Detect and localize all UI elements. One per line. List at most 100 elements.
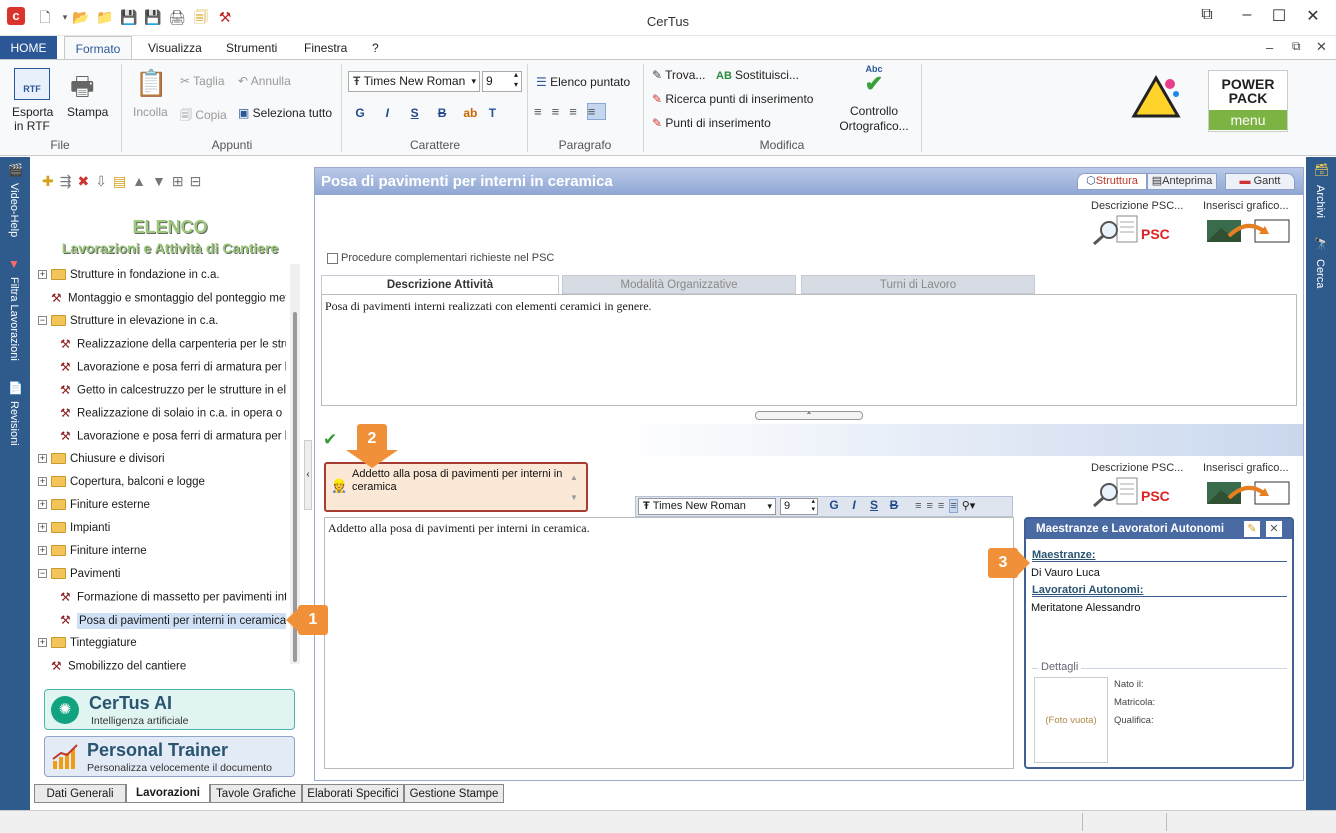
expand-icon[interactable]: + [38,270,47,280]
text-color-icon[interactable]: T [489,106,496,120]
tree-folder[interactable]: + Finiture interne [38,540,147,563]
tree-folder[interactable]: + Copertura, balconi e logge [38,471,205,494]
tab-tavole-grafiche[interactable]: Tavole Grafiche [210,784,302,803]
tab-home[interactable]: HOME [0,36,57,60]
strikethrough-button[interactable]: B [886,498,902,512]
tree-item[interactable]: ⚒ Realizzazione della carpenteria per le … [60,333,286,356]
tab-finestra[interactable]: Finestra [296,36,355,60]
collapse-panel-handle[interactable]: ‹ [304,440,312,510]
underline-button[interactable]: S [407,106,423,120]
add-worker-icon[interactable]: ✎ [1244,521,1260,537]
highlight-icon[interactable]: ab [463,106,477,120]
format-painter-icon[interactable]: ⚲▾ [962,500,976,512]
expand-icon[interactable]: + [38,500,47,510]
maximize-button[interactable]: ☐ [1262,6,1296,28]
undo-button[interactable]: ↶ Annulla [238,74,291,88]
close-button[interactable]: ✕ [1296,6,1330,28]
print-button[interactable]: Stampa [67,105,108,119]
align-right-icon[interactable]: ≡ [569,104,587,119]
certus-ai-button[interactable]: ✺ CerTus AI Intelligenza artificiale [44,689,295,730]
paste-button[interactable]: Incolla [133,105,168,119]
tree-folder[interactable]: − Strutture in elevazione in c.a. [38,310,218,333]
bold-button[interactable]: G [352,106,368,120]
expand-icon[interactable]: + [38,523,47,533]
inserisci-grafico-button-2[interactable] [1207,480,1291,506]
description-editor[interactable]: Posa di pavimenti interni realizzati con… [321,294,1297,406]
justify-icon[interactable]: ≡ [949,499,958,513]
descrizione-psc-button[interactable]: PSC [1091,214,1171,246]
tab-dati-generali[interactable]: Dati Generali [34,784,126,803]
minimize-child-icon[interactable]: – [1266,40,1273,55]
spellcheck-button[interactable]: Controllo Ortografico... [838,104,910,134]
tab-struttura[interactable]: ⬡Struttura [1077,173,1147,190]
addetto-item[interactable]: Addetto alla posa di pavimenti per inter… [352,468,568,494]
remove-worker-icon[interactable]: ✕ [1266,521,1282,537]
sidebar-item-revisioni[interactable]: Revisioni [8,401,20,446]
close-child-icon[interactable]: ✕ [1316,39,1327,55]
font-family-select[interactable]: Ŧ Times New Roman ▾ [348,71,480,92]
bulleted-list-button[interactable]: ☰ Elenco puntato [536,75,630,89]
expand-icon[interactable]: + [38,477,47,487]
expand-icon[interactable]: + [38,454,47,464]
tab-visualizza[interactable]: Visualizza [140,36,210,60]
tab-gantt[interactable]: ▬ Gantt [1225,173,1295,190]
tab-descrizione-attivita[interactable]: Descrizione Attività [321,275,559,294]
split-handle[interactable]: ⌃ [755,411,863,420]
editor-align-icons[interactable]: ≡≡≡ [915,500,949,512]
editor-font-select[interactable]: Ŧ Times New Roman ▾ [638,498,776,515]
collapse-icon[interactable]: − [38,569,47,579]
tree-item[interactable]: ⚒ Lavorazione e posa ferri di armatura pe… [60,425,286,448]
move-up-icon[interactable]: ▲ [132,173,152,189]
copy-button[interactable]: 🗐 Copia [180,106,227,127]
strikethrough-button[interactable]: B [434,106,450,120]
addetto-scroll-arrows[interactable]: ▲ ▼ [570,468,578,508]
descrizione-psc-button-2[interactable]: PSC [1091,476,1171,508]
addetto-editor[interactable]: Addetto alla posa di pavimenti per inter… [324,517,1014,769]
editor-size-stepper[interactable]: 9 ▴ ▾ [780,498,818,515]
import-icon[interactable]: ⇩ [95,173,113,189]
tree-folder[interactable]: + Chiusure e divisori [38,448,165,471]
tree-scrollbar[interactable] [290,264,300,664]
underline-button[interactable]: S [866,498,882,512]
expand-icon[interactable]: + [38,546,47,556]
italic-button[interactable]: I [379,106,395,120]
procedure-checkbox[interactable]: Procedure complementari richieste nel PS… [327,252,554,264]
add-item-icon[interactable]: ✚ [42,173,60,189]
export-rtf-button[interactable]: Esporta in RTF [12,105,53,133]
restore-ribbon-icon[interactable]: ⧉ [1190,6,1224,28]
tree-folder[interactable]: + Strutture in fondazione in c.a. [38,264,220,287]
indent-icon[interactable]: ⇶ [60,173,78,189]
insertion-points-button[interactable]: ✎ Punti di inserimento [652,116,771,130]
justify-icon[interactable]: ≡ [586,103,607,120]
tree-item[interactable]: ⚒ Realizzazione di solaio in c.a. in oper… [60,402,282,425]
cut-button[interactable]: ✂ Taglia [180,74,225,88]
sidebar-item-cerca[interactable]: Cerca [1314,259,1326,288]
delete-icon[interactable]: ✖ [77,173,95,189]
tab-modalita-organizzative[interactable]: Modalità Organizzative [562,275,796,294]
spellcheck-icon[interactable]: Abc ✔ [857,64,891,98]
tree-folder[interactable]: + Tinteggiature [38,632,137,655]
expand-icon[interactable]: + [38,638,47,648]
personal-trainer-button[interactable]: Personal Trainer Personalizza velocement… [44,736,295,777]
tree-folder[interactable]: + Finiture esterne [38,494,150,517]
select-all-button[interactable]: ▣ Seleziona tutto [238,106,332,120]
minimize-button[interactable]: – [1230,6,1264,28]
tree-item[interactable]: ⚒ Formazione di massetto per pavimenti in… [60,586,286,609]
collapse-icon[interactable]: − [38,316,47,326]
tab-help[interactable]: ? [364,36,387,60]
sidebar-item-filtra-lavorazioni[interactable]: Filtra Lavorazioni [8,277,20,361]
tab-elaborati-specifici[interactable]: Elaborati Specifici [302,784,404,803]
italic-button[interactable]: I [846,498,862,512]
tree-item[interactable]: ⚒ Lavorazione e posa ferri di armatura pe… [60,356,286,379]
font-size-stepper[interactable]: 9 ▴ ▾ [482,70,522,92]
addetto-list[interactable]: 👷 Addetto alla posa di pavimenti per int… [324,462,588,512]
autonomi-value[interactable]: Meritatone Alessandro [1031,602,1140,614]
sidebar-item-archivi[interactable]: Archivi [1314,185,1326,218]
find-button[interactable]: ✎ Trova... [652,68,705,82]
tab-turni-di-lavoro[interactable]: Turni di Lavoro [801,275,1035,294]
copy-folder-icon[interactable]: ▤ [113,173,132,189]
tab-lavorazioni[interactable]: Lavorazioni [126,784,210,803]
collapse-all-icon[interactable]: ⊟ [190,173,208,189]
power-pack-menu-button[interactable]: POWER PACK menu [1208,70,1288,132]
restore-child-icon[interactable]: ⧉ [1292,39,1301,54]
